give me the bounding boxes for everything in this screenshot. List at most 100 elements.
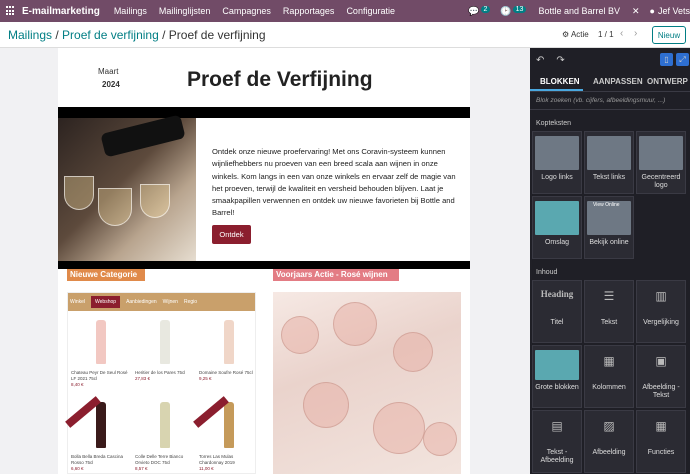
- breadcrumb-current: Proef de verfijning: [168, 27, 266, 42]
- tab-aanpassen[interactable]: AANPASSEN: [583, 72, 643, 91]
- product-price: 9,25 €: [199, 376, 212, 381]
- menu-configuratie[interactable]: Configuratie: [346, 6, 395, 16]
- product-card: Heritier de los Pares 75cl 27,83 €: [135, 314, 195, 394]
- block-vergelijking[interactable]: ▥ Vergelijking: [636, 280, 686, 343]
- app-menu-icon[interactable]: [6, 6, 16, 16]
- block-label: Tekst: [600, 319, 618, 326]
- activity-icon[interactable]: 🕑 13: [500, 5, 527, 17]
- block-label: Vergelijking: [643, 319, 679, 326]
- new-button[interactable]: Nieuw: [652, 26, 686, 44]
- webshop-screenshot[interactable]: Winkel Webshop Aanbiedingen Wijnen Regio…: [65, 292, 259, 474]
- wine-glass-shape: [98, 188, 132, 226]
- content-blocks: Heading Titel ☰ Tekst ▥ Vergelijking Grote …: [530, 280, 690, 473]
- comparison-icon: ▥: [655, 289, 667, 303]
- breadcrumb: Mailings / Proef de verfijning / Proef d…: [8, 28, 266, 42]
- action-menu-button[interactable]: ⚙ Actie: [562, 30, 589, 39]
- features-icon: ▦: [655, 419, 667, 433]
- mail-month[interactable]: Maart: [98, 67, 118, 76]
- block-afbeelding-tekst[interactable]: ▣ Afbeelding - Tekst: [636, 345, 686, 408]
- block-afbeelding[interactable]: ▨ Afbeelding: [584, 410, 634, 473]
- menu-mailings[interactable]: Mailings: [114, 6, 147, 16]
- menu-campagnes[interactable]: Campagnes: [222, 6, 271, 16]
- block-label: Bekijk online: [589, 239, 629, 246]
- undo-icon[interactable]: ↶: [536, 55, 544, 66]
- block-label: Tekst links: [592, 174, 626, 181]
- product-name: Torres Las Mulas Chardonnay 2019: [199, 454, 235, 465]
- product-card: Colle Delle Terre Bianco Orvieto DOC 75c…: [135, 398, 195, 474]
- block-bekijk-online[interactable]: View Online Bekijk online: [584, 196, 634, 259]
- activity-count-badge: 13: [512, 5, 527, 13]
- label-spring-promo[interactable]: Voorjaars Actie - Rosé wijnen: [273, 269, 399, 281]
- product-price: 8,57 €: [135, 466, 148, 471]
- menu-rapportages[interactable]: Rapportages: [283, 6, 335, 16]
- label-new-category[interactable]: Nieuwe Categorie: [67, 269, 145, 281]
- fullscreen-icon[interactable]: ⤢: [676, 53, 689, 66]
- chat-count-badge: 2: [480, 5, 491, 13]
- block-gecentreerd-logo[interactable]: Gecentreerd logo: [636, 131, 686, 194]
- app-name[interactable]: E-mailmarketing: [22, 6, 100, 17]
- block-tekst[interactable]: ☰ Tekst: [584, 280, 634, 343]
- user-name[interactable]: Jef Vets: [658, 6, 690, 16]
- mail-year[interactable]: 2024: [102, 80, 120, 89]
- heading-sample: Heading: [540, 289, 574, 299]
- debug-icon[interactable]: ✕: [632, 6, 640, 17]
- webshop-nav-item-active: Webshop: [91, 296, 121, 308]
- mail-body: Maart 2024 Proef de Verfijning Ontdek on…: [58, 48, 470, 474]
- image-text-icon: ▣: [655, 354, 667, 368]
- mail-title[interactable]: Proef de Verfijning: [187, 68, 373, 92]
- pager-previous-icon[interactable]: ‹: [620, 28, 623, 39]
- block-label: Logo links: [541, 174, 573, 181]
- block-search-input[interactable]: Blok zoeken (vb. cijfers, afbeeldingsmuu…: [530, 92, 690, 110]
- header-blocks: Logo links Tekst links Gecentreerd logo …: [530, 131, 690, 259]
- block-grote-blokken[interactable]: Grote blokken: [532, 345, 582, 408]
- product-name: Chateau Peyr De Seul Rosé LF 2021 75cl: [71, 370, 128, 381]
- webshop-nav-item: Wijnen: [162, 299, 178, 305]
- avatar[interactable]: ●: [650, 6, 655, 16]
- top-navbar: E-mailmarketing Mailings Mailinglijsten …: [0, 0, 690, 22]
- rose-wine-image[interactable]: [273, 292, 461, 474]
- block-label: Afbeelding - Tekst: [642, 384, 680, 399]
- product-price: 6,60 €: [71, 466, 84, 471]
- section-header-inhoud: Inhoud: [536, 269, 558, 276]
- pager-value[interactable]: 1 / 1: [598, 30, 614, 39]
- block-functies[interactable]: ▦ Functies: [636, 410, 686, 473]
- breadcrumb-separator: /: [162, 27, 169, 42]
- webshop-nav-item: Aanbiedingen: [126, 299, 157, 305]
- pager-next-icon[interactable]: ›: [634, 28, 637, 39]
- product-price: 11,00 €: [199, 466, 214, 471]
- product-card: Bolla Bella Breda Cascina Rosso 75cl 6,60…: [65, 396, 131, 474]
- block-tekst-afbeelding[interactable]: ▤ Tekst - Afbeelding: [532, 410, 582, 473]
- editor-tabs: BLOKKEN AANPASSEN ONTWERP: [530, 72, 690, 92]
- block-label: Titel: [550, 319, 564, 326]
- product-name: Colle Delle Terre Bianco Orvieto DOC 75c…: [135, 454, 184, 465]
- block-logo-links[interactable]: Logo links: [532, 131, 582, 194]
- ontdek-button[interactable]: Ontdek: [212, 225, 251, 244]
- breadcrumb-mailings[interactable]: Mailings: [8, 28, 52, 42]
- block-label: Omslag: [544, 239, 570, 246]
- company-switcher[interactable]: Bottle and Barrel BV: [538, 6, 620, 16]
- tab-blokken[interactable]: BLOKKEN: [530, 72, 583, 91]
- mail-body-text[interactable]: Ontdek onze nieuwe proefervaring! Met on…: [212, 146, 460, 220]
- view-online-sample: View Online: [593, 202, 620, 208]
- breadcrumb-parent[interactable]: Proef de verfijning: [62, 28, 159, 42]
- menu-mailinglijsten[interactable]: Mailinglijsten: [159, 6, 211, 16]
- block-omslag[interactable]: Omslag: [532, 196, 582, 259]
- webshop-nav: Winkel Webshop Aanbiedingen Wijnen Regio: [68, 293, 255, 311]
- mobile-preview-icon[interactable]: ▯: [660, 53, 673, 66]
- action-label: Actie: [570, 30, 589, 39]
- product-card: Domaine Soufre Rosé 75cl 9,25 €: [199, 314, 259, 394]
- webshop-nav-item: Regio: [183, 299, 198, 305]
- divider-bar: [58, 261, 470, 269]
- block-tekst-links[interactable]: Tekst links: [584, 131, 634, 194]
- block-titel[interactable]: Heading Titel: [532, 280, 582, 343]
- wine-pour-image[interactable]: [58, 114, 196, 261]
- product-card: Torres Las Mulas Chardonnay 2019 11,00 €: [193, 396, 259, 474]
- webshop-nav-item: Winkel: [70, 299, 86, 305]
- tab-ontwerp[interactable]: ONTWERP: [637, 72, 690, 91]
- block-kolommen[interactable]: ▦ Kolommen: [584, 345, 634, 408]
- block-label: Afbeelding: [592, 449, 626, 456]
- chat-icon[interactable]: 💬 2: [468, 5, 491, 17]
- editor-toolbar: ↶ ↷ ▯ ⤢: [530, 48, 690, 72]
- block-label: Gecentreerd logo: [641, 174, 681, 189]
- redo-icon[interactable]: ↷: [556, 55, 564, 66]
